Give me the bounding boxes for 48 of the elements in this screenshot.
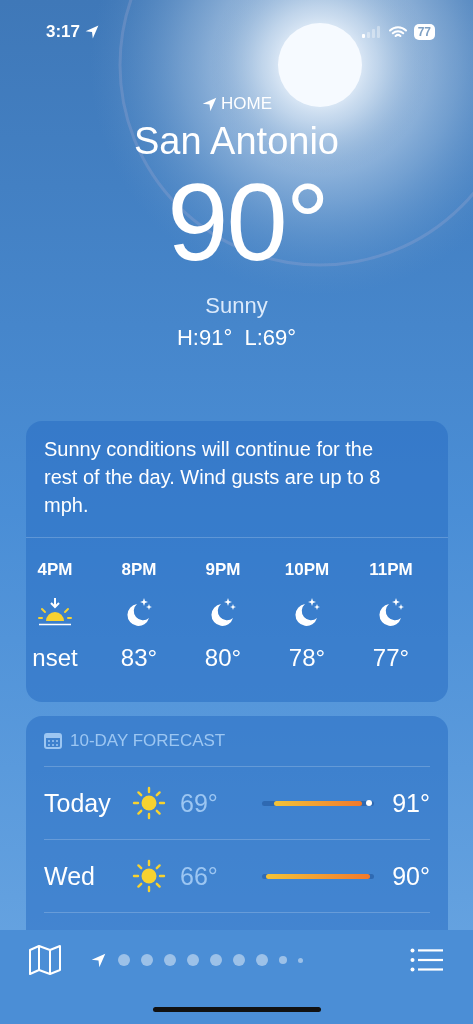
day-label: Today <box>44 788 112 818</box>
current-temperature: 90° <box>167 167 328 277</box>
page-dot[interactable] <box>118 954 130 966</box>
section-title: 10-DAY FORECAST <box>70 731 226 751</box>
hour-label: 10PM <box>284 560 330 580</box>
moon-stars-icon <box>124 596 154 628</box>
page-dot[interactable] <box>164 954 176 966</box>
signal-icon <box>361 26 382 38</box>
sun-icon <box>132 786 166 820</box>
hour-temperature: 78° <box>288 644 326 672</box>
page-dot[interactable] <box>256 954 268 966</box>
wifi-icon <box>388 25 407 39</box>
low-temperature: 69° <box>180 788 219 818</box>
list-icon[interactable] <box>410 948 444 972</box>
hour-label: 8PM <box>121 560 157 580</box>
condition: Sunny <box>205 293 268 319</box>
location-page-icon[interactable] <box>90 951 107 969</box>
page-dot[interactable] <box>279 956 287 964</box>
hour-temperature: nset <box>32 644 78 672</box>
page-dot[interactable] <box>210 954 222 966</box>
low-temperature: 66° <box>180 861 219 891</box>
page-dot[interactable] <box>141 954 153 966</box>
clock: 3:17 <box>46 22 81 42</box>
page-dot[interactable] <box>298 957 303 963</box>
hour-label: 9PM <box>205 560 241 580</box>
moon-stars-icon <box>208 596 238 628</box>
hour-temperature: 80° <box>204 644 242 672</box>
location-icon <box>84 24 101 40</box>
location-icon <box>201 95 218 113</box>
hour-temperature: 83° <box>120 644 158 672</box>
page-dot[interactable] <box>233 954 245 966</box>
city-name: San Antonio <box>134 120 339 163</box>
forecast-summary: Sunny conditions will continue for the rest of the day. Wind gusts are up to 8 mph. <box>26 421 448 538</box>
map-icon[interactable] <box>28 944 62 976</box>
calendar-icon <box>44 732 62 750</box>
high-temperature: 90° <box>392 861 430 891</box>
sunset-icon <box>38 597 72 627</box>
page-dot[interactable] <box>187 954 199 966</box>
sun-icon <box>132 859 166 893</box>
hour-temperature: 77° <box>372 644 410 672</box>
high-low: H:91° L:69° <box>176 325 297 351</box>
hour-label: 4PM <box>37 560 73 580</box>
moon-stars-icon <box>376 596 406 628</box>
hour-label: 11PM <box>369 560 413 580</box>
location-label: HOME <box>221 94 272 114</box>
moon-stars-icon <box>292 596 322 628</box>
high-temperature: 91° <box>392 788 430 818</box>
day-label: Wed <box>44 861 96 891</box>
